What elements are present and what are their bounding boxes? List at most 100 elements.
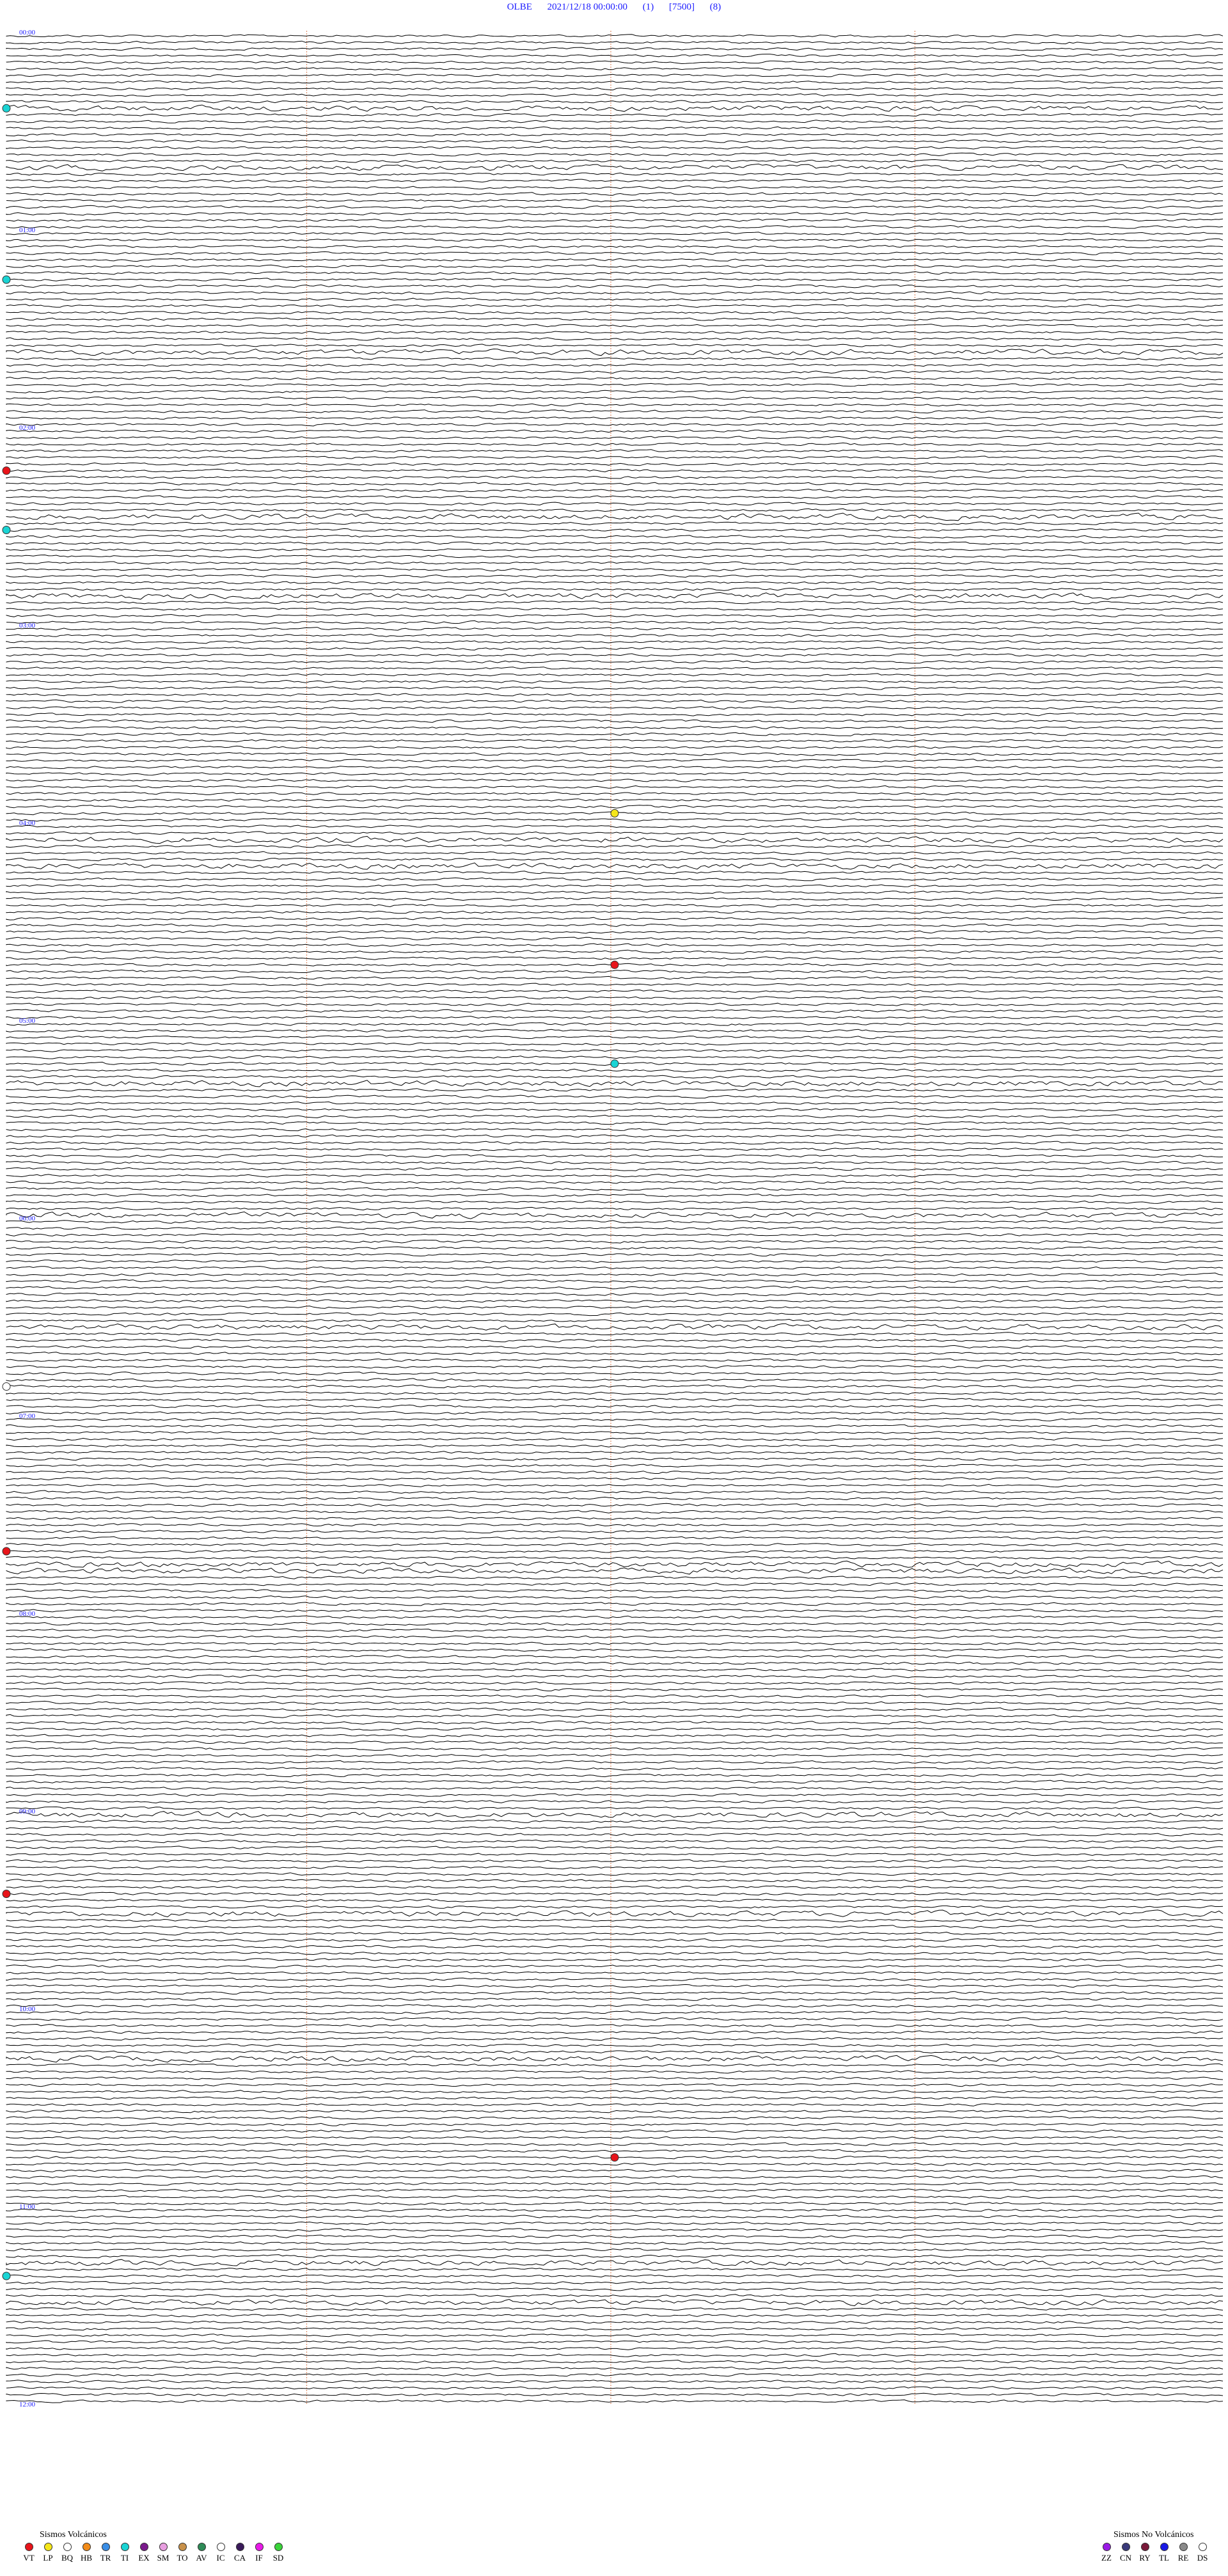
hour-label: 10:00	[19, 2005, 36, 2013]
trace-row	[6, 1945, 1224, 1948]
trace-row	[6, 791, 1223, 796]
trace-row	[6, 1753, 1224, 1757]
legend-volcanic-item-code: EX	[138, 2553, 150, 2563]
trace-row	[6, 1055, 1224, 1059]
trace-row	[6, 1332, 1224, 1336]
event-marker-vt	[2, 1890, 11, 1899]
legend-nonvolcanic-item-code: RE	[1177, 2553, 1189, 2563]
trace-row	[6, 2221, 1224, 2225]
trace-row	[6, 1892, 1224, 1896]
trace-row	[6, 1174, 1224, 1178]
trace-row	[6, 436, 1224, 439]
trace-row	[6, 1839, 1224, 1844]
trace-row	[6, 402, 1224, 407]
trace-row	[6, 468, 1224, 473]
trace-row	[6, 310, 1224, 315]
legend-volcanic-item-dot	[101, 2543, 110, 2551]
trace-row	[6, 871, 1224, 874]
trace-row	[6, 2103, 1224, 2106]
hour-label: 00:00	[19, 29, 36, 36]
trace-row	[6, 1740, 1223, 1744]
trace-row	[6, 1134, 1224, 1138]
legend-volcanic-item-bq: BQ	[58, 2543, 77, 2563]
trace-row	[6, 1674, 1224, 1679]
trace-row	[6, 805, 1224, 809]
trace-row	[6, 989, 1224, 993]
trace-row	[6, 917, 1224, 921]
trace-row	[6, 244, 1224, 249]
trace-row	[6, 1080, 1224, 1087]
legend-nonvolcanic-item-dot	[1179, 2543, 1188, 2551]
trace-row	[6, 1773, 1224, 1778]
legend-volcanic-item-code: TO	[177, 2553, 188, 2563]
event-marker-ti	[610, 1059, 619, 1068]
trace-row	[6, 1410, 1224, 1415]
legend-nonvolcanic-item-cn: CN	[1116, 2543, 1135, 2563]
trace-row	[6, 936, 1224, 940]
trace-row	[6, 376, 1224, 381]
trace-row	[6, 607, 1224, 611]
trace-row	[6, 2149, 1224, 2153]
trace-row	[6, 232, 1224, 235]
trace-row	[6, 1430, 1224, 1435]
legend-volcanic-item-sd: SD	[269, 2543, 288, 2563]
trace-row	[6, 745, 1224, 749]
trace-row	[6, 2399, 1224, 2403]
trace-row	[6, 2314, 1224, 2318]
trace-row	[6, 1826, 1224, 1830]
trace-row	[6, 699, 1224, 704]
trace-row	[6, 1984, 1224, 1988]
hour-label: 05:00	[19, 1017, 36, 1025]
trace-row	[6, 86, 1224, 91]
legend-volcanic-item-lp: LP	[38, 2543, 58, 2563]
trace-row	[6, 903, 1224, 908]
trace-row	[6, 1576, 1224, 1579]
trace-row	[6, 2386, 1224, 2390]
trace-row	[6, 1991, 1224, 1995]
trace-row	[6, 74, 1224, 77]
trace-row	[6, 390, 1224, 393]
trace-row	[6, 995, 1224, 1000]
trace-row	[6, 489, 1224, 493]
legend-nonvolcanic-item-code: CN	[1119, 2553, 1132, 2563]
trace-row	[6, 442, 1224, 446]
trace-row	[6, 1648, 1224, 1652]
trace-row	[6, 2327, 1224, 2331]
trace-row	[6, 1180, 1224, 1184]
trace-row	[6, 627, 1224, 631]
trace-row	[6, 1951, 1224, 1956]
trace-row	[6, 732, 1224, 736]
trace-row	[6, 2195, 1224, 2199]
trace-row	[6, 1522, 1224, 1527]
trace-row	[6, 548, 1224, 552]
legend-volcanic-title: Sismos Volcánicos	[40, 2530, 107, 2540]
trace-row	[6, 462, 1224, 466]
trace-row	[6, 502, 1224, 506]
trace-row	[6, 2215, 1224, 2218]
trace-row	[6, 679, 1224, 684]
trace-row	[6, 1437, 1224, 1441]
trace-row	[6, 2298, 1224, 2307]
legend-volcanic-item-code: CA	[233, 2553, 246, 2563]
trace-row	[6, 890, 1224, 894]
trace-row	[6, 930, 1224, 934]
trace-row	[6, 1681, 1224, 1685]
trace-row	[6, 1094, 1224, 1099]
trace-row	[6, 561, 1224, 565]
trace-row	[6, 1608, 1224, 1613]
hour-label: 06:00	[19, 1215, 36, 1222]
trace-row	[6, 1444, 1224, 1448]
trace-row	[6, 1160, 1224, 1165]
trace-row	[6, 1560, 1224, 1568]
trace-row	[6, 1364, 1224, 1369]
trace-row	[6, 1668, 1224, 1672]
trace-row	[6, 739, 1224, 743]
trace-row	[6, 1997, 1224, 2001]
trace-row	[6, 1853, 1224, 1856]
trace-row	[6, 693, 1224, 697]
trace-row	[6, 653, 1224, 657]
trace-row	[6, 132, 1224, 137]
trace-row	[6, 1635, 1224, 1639]
trace-row	[6, 1766, 1224, 1771]
trace-row	[6, 1931, 1224, 1936]
